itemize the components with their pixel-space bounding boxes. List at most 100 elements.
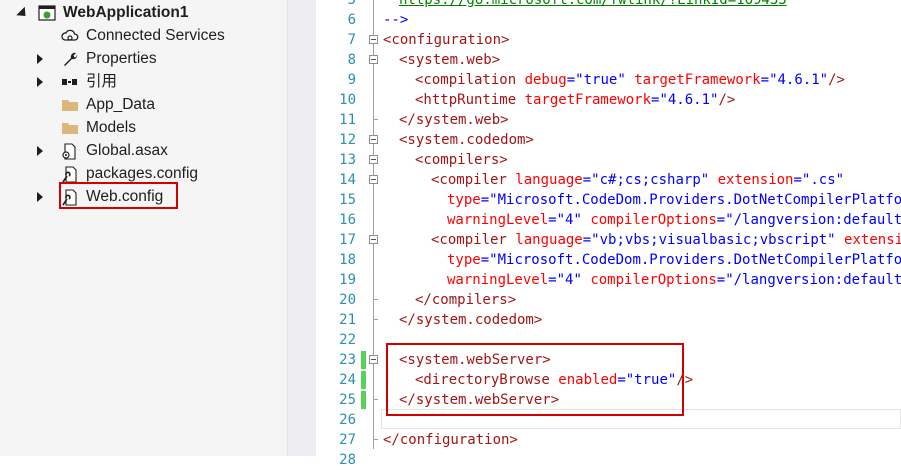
code-line-10: <httpRuntime targetFramework="4.6.1"/> <box>415 92 736 108</box>
attr: compilerOptions <box>590 212 717 228</box>
attr: warningLevel <box>447 272 549 288</box>
line-number: 10 <box>339 92 356 108</box>
collapsed-chevron-icon[interactable] <box>37 146 43 156</box>
code-line-11: </system.web> <box>399 110 509 130</box>
code-line-20: </compilers> <box>415 290 516 310</box>
collapse-toggle-icon[interactable] <box>369 35 378 44</box>
change-marker <box>361 351 366 369</box>
outline-guide <box>373 44 374 449</box>
webserver-highlight-box <box>386 343 684 416</box>
tag: <compiler <box>431 232 516 248</box>
code-line-9: <compilation debug="true" targetFramewor… <box>415 72 845 88</box>
comment-link[interactable]: https://go.microsoft.com/fwlink/?LinkId=… <box>399 0 787 8</box>
tree-item-label: Models <box>86 119 136 136</box>
tag: /> <box>828 72 845 88</box>
attr: debug <box>524 72 567 88</box>
line-number: 15 <box>339 192 356 208</box>
attr: extension <box>844 232 901 248</box>
code-line-12: <system.codedom> <box>399 130 534 150</box>
attr: compilerOptions <box>590 272 717 288</box>
tree-item-label: Properties <box>86 50 157 67</box>
line-number: 11 <box>339 112 356 128</box>
tag: <system.codedom> <box>399 132 534 148</box>
wrench-icon <box>61 51 79 74</box>
line-number: 6 <box>347 12 356 28</box>
tag: </system.codedom> <box>399 312 543 328</box>
attr: type <box>447 192 481 208</box>
attr: targetFramework <box>524 92 652 108</box>
value: ".cs" <box>801 172 845 188</box>
outline-guide <box>373 0 374 35</box>
line-number: 19 <box>339 272 356 288</box>
tag: /> <box>718 92 736 108</box>
line-number: 8 <box>347 52 356 68</box>
cloud-icon <box>61 28 79 51</box>
code-line-5: https://go.microsoft.com/fwlink/?LinkId=… <box>399 0 787 10</box>
value: "Microsoft.CodeDom.Providers.DotNetCompi… <box>489 192 901 208</box>
value: "vb;vbs;visualbasic;vbscript" <box>591 232 836 248</box>
collapse-toggle-icon[interactable] <box>369 175 378 184</box>
solution-explorer: WebApplication1 Connected Services Prope… <box>0 0 288 456</box>
tag: <compilers> <box>415 152 508 168</box>
value: "4.6.1" <box>769 72 829 88</box>
folder-icon <box>61 97 79 120</box>
line-number: 17 <box>339 232 356 248</box>
project-node[interactable]: WebApplication1 <box>0 2 287 24</box>
code-line-8: <system.web> <box>399 50 500 70</box>
line-number: 12 <box>339 132 356 148</box>
line-number: 24 <box>339 372 356 388</box>
collapse-toggle-icon[interactable] <box>369 155 378 164</box>
tree-item-label: Connected Services <box>86 27 225 44</box>
collapsed-chevron-icon[interactable] <box>37 77 43 87</box>
value: "true" <box>575 72 626 88</box>
code-line-14: <compiler language="c#;cs;csharp" extens… <box>431 172 845 188</box>
collapse-toggle-icon[interactable] <box>369 135 378 144</box>
change-marker <box>361 391 366 409</box>
code-line-16: warningLevel="4" compilerOptions="/langv… <box>447 210 901 230</box>
value: "4" <box>556 212 582 228</box>
line-number: 9 <box>347 72 356 88</box>
attr: type <box>447 252 481 268</box>
code-line-7: <configuration> <box>383 30 509 50</box>
value: "4" <box>556 272 582 288</box>
outline-guide <box>373 439 378 440</box>
value: "4.6.1" <box>659 92 719 108</box>
comment-end: --> <box>383 12 409 28</box>
line-number: 25 <box>339 392 356 408</box>
code-line-19: warningLevel="4" compilerOptions="/langv… <box>447 270 901 290</box>
tree-item-label: 引用 <box>86 73 118 90</box>
value: "/langversion:default /n <box>725 272 901 288</box>
tag: <compiler <box>431 172 516 188</box>
tag: <compilation <box>415 72 525 88</box>
collapsed-chevron-icon[interactable] <box>37 54 43 64</box>
tag: </compilers> <box>415 292 517 308</box>
code-line-17: <compiler language="vb;vbs;visualbasic;v… <box>431 230 901 250</box>
web-project-icon <box>38 5 56 28</box>
code-line-6: --> <box>383 10 408 30</box>
value: "/langversion:default /n <box>725 212 901 228</box>
tag: </configuration> <box>383 432 518 448</box>
collapse-toggle-icon[interactable] <box>369 55 378 64</box>
collapse-toggle-icon[interactable] <box>369 355 378 364</box>
line-number: 28 <box>339 452 356 468</box>
code-line-13: <compilers> <box>415 150 508 170</box>
collapsed-chevron-icon[interactable] <box>37 192 43 202</box>
collapse-toggle-icon[interactable] <box>369 235 378 244</box>
panel-splitter[interactable] <box>288 0 316 456</box>
code-line-27: </configuration> <box>383 430 518 450</box>
folder-icon <box>61 120 79 143</box>
web-config-highlight-box <box>59 182 178 209</box>
line-number: 26 <box>339 412 356 428</box>
tag: <configuration> <box>383 32 510 48</box>
attr: extension <box>717 172 794 188</box>
outline-guide <box>373 119 378 120</box>
expanded-chevron-icon[interactable] <box>16 6 30 21</box>
project-name: WebApplication1 <box>63 4 189 21</box>
tree-item-label: Global.asax <box>86 142 168 159</box>
attr: targetFramework <box>634 72 761 88</box>
attr: warningLevel <box>447 212 549 228</box>
change-marker <box>361 371 366 389</box>
line-number: 18 <box>339 252 356 268</box>
line-number: 21 <box>339 312 356 328</box>
code-line-21: </system.codedom> <box>399 310 542 330</box>
